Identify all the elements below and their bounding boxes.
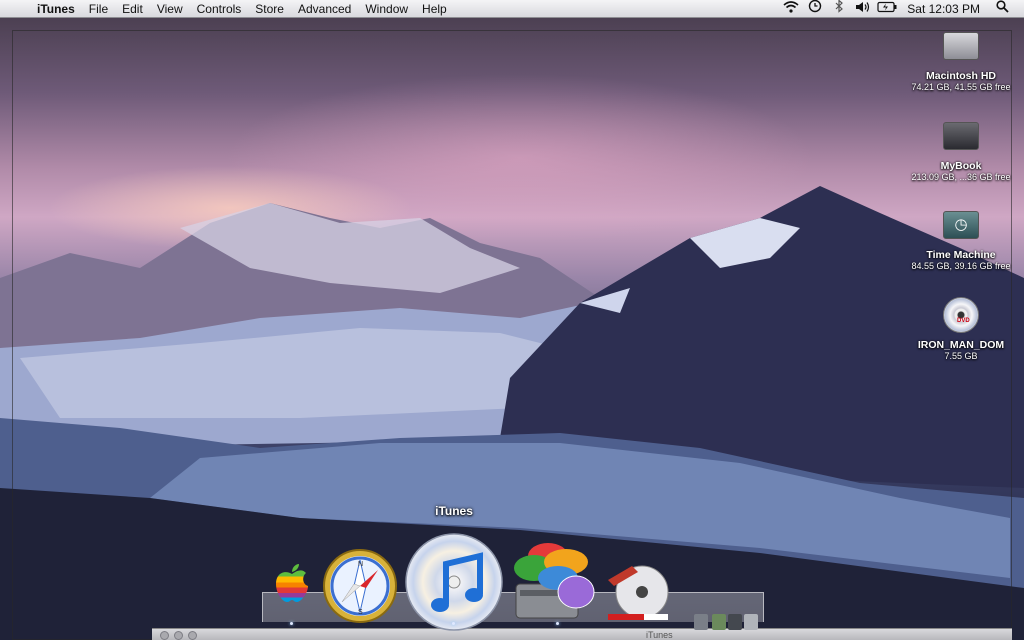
window-minimize-button[interactable] bbox=[174, 631, 183, 640]
menu-view[interactable]: View bbox=[150, 0, 190, 18]
desktop[interactable]: Macintosh HD 74.21 GB, 41.55 GB free MyB… bbox=[0, 18, 1024, 640]
desktop-icon-iron-man-dvd[interactable]: DVD IRON_MAN_DOM 7.55 GB bbox=[906, 295, 1016, 361]
itunes-icon[interactable] bbox=[404, 532, 504, 632]
menu-store[interactable]: Store bbox=[248, 0, 291, 18]
desktop-icon-name: Time Machine bbox=[926, 249, 996, 261]
dvd-disc-icon: DVD bbox=[941, 295, 981, 335]
running-indicator bbox=[556, 622, 559, 625]
time-machine-drive-icon: ◷ bbox=[941, 205, 981, 245]
battery-icon[interactable] bbox=[875, 0, 899, 18]
menu-advanced[interactable]: Advanced bbox=[291, 0, 358, 18]
status-area: Sat 12:03 PM bbox=[779, 0, 1024, 18]
svg-text:S: S bbox=[358, 609, 363, 616]
window-close-button[interactable] bbox=[160, 631, 169, 640]
external-drive-icon bbox=[941, 116, 981, 156]
volume-icon[interactable] bbox=[851, 0, 875, 18]
hard-drive-icon bbox=[941, 26, 981, 66]
desktop-icon-macintosh-hd[interactable]: Macintosh HD 74.21 GB, 41.55 GB free bbox=[906, 26, 1016, 92]
spotlight-icon[interactable] bbox=[990, 0, 1014, 18]
front-row-icon[interactable] bbox=[510, 536, 602, 626]
dock-hover-label: iTunes bbox=[435, 504, 473, 518]
desktop-icon-info: 84.55 GB, 39.16 GB free bbox=[911, 261, 1011, 271]
background-window-titlebar[interactable]: iTunes bbox=[152, 628, 1012, 640]
menu-window[interactable]: Window bbox=[358, 0, 415, 18]
window-zoom-button[interactable] bbox=[188, 631, 197, 640]
desktop-icon-name: IRON_MAN_DOM bbox=[917, 339, 1005, 351]
time-machine-icon[interactable] bbox=[803, 0, 827, 18]
menu-clock[interactable]: Sat 12:03 PM bbox=[899, 0, 990, 18]
desktop-icon-info: 7.55 GB bbox=[944, 351, 978, 361]
dvd-player-icon[interactable] bbox=[604, 562, 672, 624]
desktop-icon-info: 213.09 GB, ...36 GB free bbox=[911, 172, 1011, 182]
bluetooth-icon[interactable] bbox=[827, 0, 851, 18]
dock-stack-icon[interactable] bbox=[694, 614, 708, 630]
running-indicator bbox=[290, 622, 293, 625]
menu-help[interactable]: Help bbox=[415, 0, 454, 18]
trash-icon[interactable] bbox=[744, 614, 758, 630]
dock-folder-icon[interactable] bbox=[712, 614, 726, 630]
wifi-icon[interactable] bbox=[779, 0, 803, 18]
menu-itunes[interactable]: iTunes bbox=[30, 0, 82, 18]
running-indicator bbox=[452, 622, 455, 625]
dock-downloads-icon[interactable] bbox=[728, 614, 742, 630]
svg-text:N: N bbox=[358, 561, 363, 568]
safari-icon[interactable]: N S bbox=[322, 548, 398, 624]
menu-controls[interactable]: Controls bbox=[190, 0, 249, 18]
apple-icon[interactable] bbox=[272, 562, 312, 604]
menu-file[interactable]: File bbox=[82, 0, 115, 18]
desktop-icon-time-machine[interactable]: ◷ Time Machine 84.55 GB, 39.16 GB free bbox=[906, 205, 1016, 271]
menu-bar: iTunes File Edit View Controls Store Adv… bbox=[0, 0, 1024, 18]
desktop-icon-name: Macintosh HD bbox=[925, 70, 996, 82]
menu-edit[interactable]: Edit bbox=[115, 0, 150, 18]
desktop-icon-info: 74.21 GB, 41.55 GB free bbox=[911, 82, 1011, 92]
desktop-icon-mybook[interactable]: MyBook 213.09 GB, ...36 GB free bbox=[906, 116, 1016, 182]
window-title: iTunes bbox=[646, 630, 673, 640]
desktop-icon-name: MyBook bbox=[940, 160, 982, 172]
